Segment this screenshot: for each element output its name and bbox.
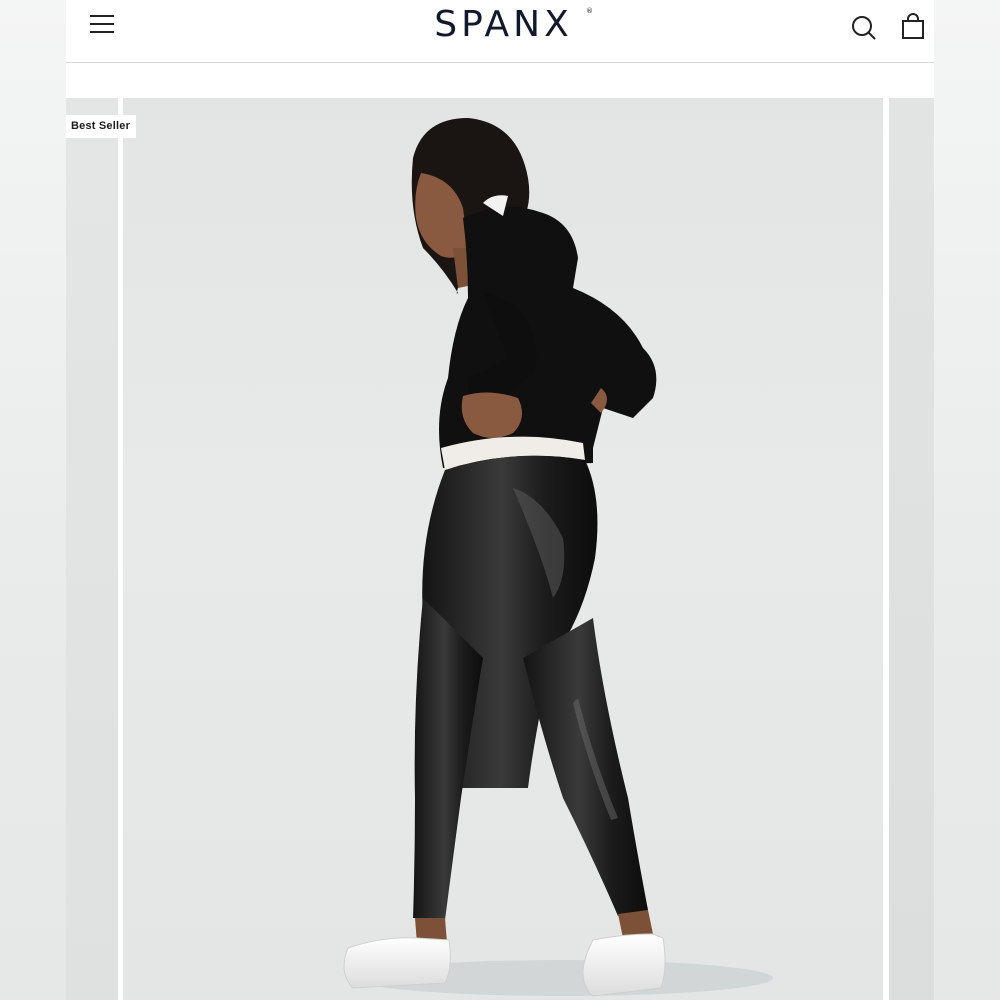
carousel-slide-previous[interactable] [66, 98, 118, 1000]
registered-mark: ® [586, 7, 593, 15]
carousel-slide-current[interactable] [123, 98, 883, 1000]
product-photo [343, 118, 773, 997]
search-button[interactable] [850, 14, 878, 42]
menu-button[interactable] [88, 12, 116, 36]
mobile-page: SPANX ® Best Seller [66, 0, 934, 1000]
search-icon [852, 16, 876, 40]
site-header: SPANX ® [66, 0, 934, 63]
carousel-slide-next[interactable] [889, 98, 934, 1000]
hamburger-menu-icon [90, 15, 114, 33]
product-image-carousel[interactable]: Best Seller [66, 98, 934, 1000]
cart-button[interactable] [900, 13, 926, 41]
brand-logo[interactable]: SPANX ® [416, 3, 593, 47]
header-spacer [66, 63, 934, 98]
page-side-background-right [934, 0, 1000, 1000]
page-side-background-left [0, 0, 66, 1000]
brand-wordmark: SPANX [434, 4, 573, 45]
shopping-bag-icon [902, 13, 924, 39]
best-seller-badge: Best Seller [66, 115, 137, 138]
